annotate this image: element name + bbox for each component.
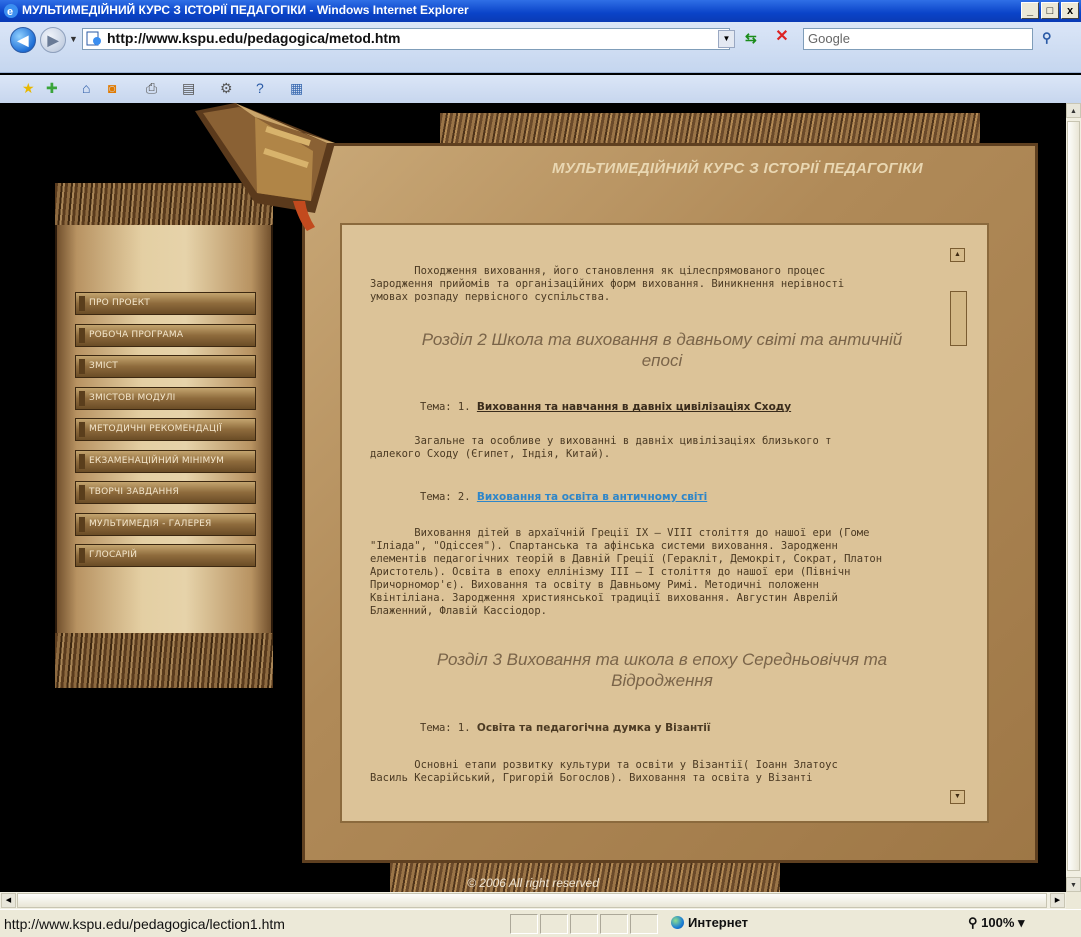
- favorites-star-icon[interactable]: ★: [22, 80, 38, 96]
- tools-gear-icon[interactable]: ⚙: [220, 80, 236, 96]
- section-3-heading: Розділ 3 Виховання та школа в епоху Сере…: [436, 650, 888, 690]
- window-titlebar: e МУЛЬТИМЕДІЙНИЙ КУРС З ІСТОРІЇ ПЕДАГОГІ…: [0, 0, 1081, 22]
- intro-paragraph: Походження виховання, його становлення я…: [370, 265, 845, 303]
- menu-item-glossary[interactable]: ГЛОСАРІЙ: [75, 544, 256, 567]
- topic-2-1-paragraph: Загальне та особливе у вихованні в давні…: [370, 435, 832, 460]
- topic-2-2: Тема: 2. Виховання та освіта в античному…: [420, 491, 708, 503]
- globe-icon: [671, 916, 684, 929]
- scrollable-content-panel[interactable]: Походження виховання, його становлення я…: [342, 225, 987, 821]
- search-placeholder: Google: [808, 31, 850, 46]
- back-button[interactable]: ◀: [10, 27, 36, 53]
- page-horizontal-scrollbar[interactable]: ◀ ▶: [0, 892, 1066, 909]
- page-icon: [86, 31, 101, 46]
- search-icon[interactable]: ⚲: [1042, 30, 1060, 48]
- menu-item-tasks[interactable]: ТВОРЧІ ЗАВДАННЯ: [75, 481, 256, 504]
- site-title: МУЛЬТИМЕДІЙНИЙ КУРС З ІСТОРІЇ ПЕДАГОГІКИ: [552, 160, 923, 177]
- copyright-text: © 2006 All right reserved: [467, 876, 599, 890]
- topic-3-1-title: Освіта та педагогічна думка у Візантії: [476, 722, 711, 734]
- menu-item-program[interactable]: РОБОЧА ПРОГРАМА: [75, 323, 256, 347]
- page-vertical-scrollbar[interactable]: ▲ ▼: [1066, 103, 1081, 892]
- svg-text:e: e: [7, 6, 13, 18]
- menu-item-modules[interactable]: ЗМІСТОВІ МОДУЛІ: [75, 386, 256, 410]
- horizontal-scroll-thumb[interactable]: [17, 893, 1047, 908]
- panel-bottom-border: [55, 633, 273, 688]
- menu-item-exam[interactable]: ЕКЗАМЕНАЦІЙНИЙ МІНІМУМ: [75, 449, 256, 473]
- topic-2-1-link[interactable]: Виховання та навчання в давніх цивілізац…: [477, 401, 791, 413]
- status-bar: http://www.kspu.edu/pedagogica/lection1.…: [0, 909, 1081, 937]
- home-icon[interactable]: ⌂: [82, 80, 98, 96]
- address-input[interactable]: http://www.kspu.edu/pedagogica/metod.htm: [82, 28, 730, 50]
- status-panels: [510, 914, 658, 934]
- scroll-right-icon[interactable]: ▶: [1050, 893, 1065, 908]
- content-scroll-up-icon[interactable]: ▲: [950, 248, 965, 262]
- window-title: МУЛЬТИМЕДІЙНИЙ КУРС З ІСТОРІЇ ПЕДАГОГІКИ…: [22, 3, 469, 17]
- vertical-scroll-thumb[interactable]: [1067, 121, 1080, 871]
- menu-item-gallery[interactable]: МУЛЬТИМЕДІЯ - ГАЛЕРЕЯ: [75, 512, 256, 536]
- page-viewport: МУЛЬТИМЕДІЙНИЙ КУРС З ІСТОРІЇ ПЕДАГОГІКИ…: [0, 103, 1066, 892]
- content-scroll-thumb[interactable]: [950, 291, 967, 346]
- menu-item-contents[interactable]: ЗМІСТ: [75, 355, 256, 378]
- refresh-icon[interactable]: ⇆: [745, 30, 757, 47]
- search-input[interactable]: Google: [803, 28, 1033, 50]
- menu-item-recommendations[interactable]: МЕТОДИЧНІ РЕКОМЕНДАЦІЇ: [75, 418, 256, 441]
- scroll-up-icon[interactable]: ▲: [1066, 103, 1081, 118]
- recent-pages-dropdown-icon[interactable]: ▼: [69, 34, 78, 44]
- address-dropdown-icon[interactable]: ▼: [718, 30, 735, 48]
- content-scrollbar[interactable]: ▲ ▼: [950, 248, 967, 804]
- topic-3-1: Тема: 1. Освіта та педагогічна думка у В…: [420, 722, 711, 734]
- maximize-button[interactable]: □: [1041, 2, 1059, 19]
- decorative-bark-strip: [440, 113, 980, 143]
- feeds-icon[interactable]: ◙: [108, 80, 124, 96]
- address-url[interactable]: http://www.kspu.edu/pedagogica/metod.htm: [107, 30, 401, 46]
- security-zone[interactable]: Интернет: [671, 915, 748, 930]
- old-book-image: [195, 103, 335, 231]
- forward-button[interactable]: ▶: [40, 27, 66, 53]
- scroll-down-icon[interactable]: ▼: [1066, 877, 1081, 892]
- close-button[interactable]: x: [1061, 2, 1079, 19]
- address-bar-row: ◀ ▶ ▼ http://www.kspu.edu/pedagogica/met…: [0, 22, 1081, 73]
- minimize-button[interactable]: _: [1021, 2, 1039, 19]
- main-menu: ПРО ПРОЕКТ РОБОЧА ПРОГРАМА ЗМІСТ ЗМІСТОВ…: [75, 292, 256, 576]
- content-scroll-down-icon[interactable]: ▼: [950, 790, 965, 804]
- scrollbar-corner: [1066, 892, 1081, 909]
- page-menu-icon[interactable]: ▤: [182, 80, 198, 96]
- status-url: http://www.kspu.edu/pedagogica/lection1.…: [4, 916, 285, 932]
- research-icon[interactable]: ▦: [290, 80, 306, 96]
- stop-icon[interactable]: ✕: [773, 28, 791, 46]
- topic-2-1: Тема: 1. Виховання та навчання в давніх …: [420, 401, 792, 413]
- section-2-heading: Розділ 2 Школа та виховання в давньому с…: [421, 330, 903, 370]
- scroll-left-icon[interactable]: ◀: [1, 893, 16, 908]
- help-icon[interactable]: ?: [256, 80, 272, 96]
- zoom-level[interactable]: ⚲ 100% ▾: [968, 915, 1025, 931]
- print-icon[interactable]: ⎙: [146, 80, 162, 96]
- command-toolbar: ★ ✚ ⌂ ◙ ⎙ ▤ ⚙ ? ▦: [0, 75, 1081, 103]
- topic-3-1-paragraph: Основні етапи розвитку культури та освіт…: [370, 759, 838, 784]
- topic-2-2-paragraph: Виховання дітей в архаїчній Греції IX – …: [370, 527, 883, 617]
- ie-logo-icon: e: [4, 4, 18, 18]
- menu-item-about[interactable]: ПРО ПРОЕКТ: [75, 292, 256, 315]
- add-favorites-icon[interactable]: ✚: [46, 80, 62, 96]
- topic-2-2-link[interactable]: Виховання та освіта в античному світі: [477, 491, 707, 503]
